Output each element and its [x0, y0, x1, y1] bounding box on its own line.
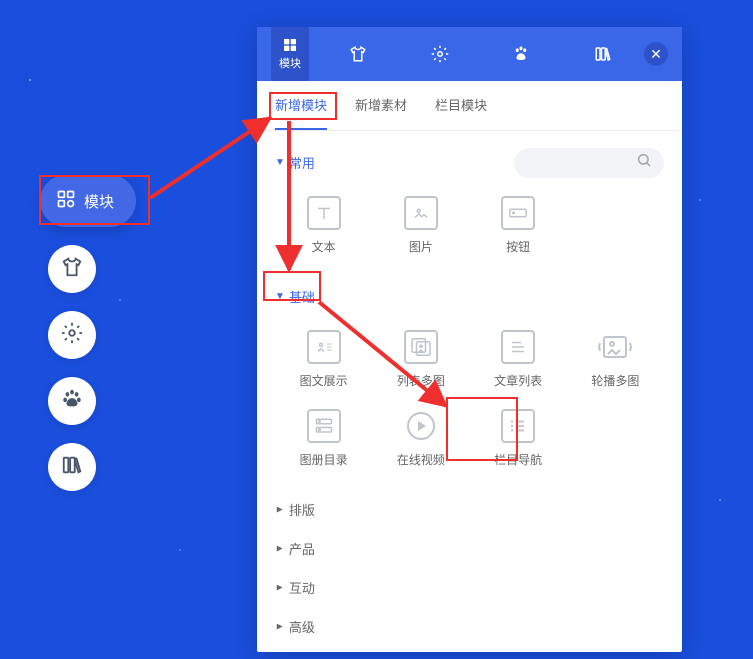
section-header-product[interactable]: ▼ 产品 [275, 529, 664, 568]
header-paw-icon[interactable] [512, 45, 530, 63]
shirt-icon [61, 256, 83, 283]
close-icon: ✕ [650, 46, 662, 63]
button-icon [501, 196, 535, 230]
chevron-right-icon: ▼ [274, 505, 285, 515]
section-header-basics[interactable]: ▼ 基础 [275, 277, 664, 316]
header-settings-icon[interactable] [431, 45, 449, 63]
mod-album-catalog[interactable]: 图册目录 [275, 403, 372, 474]
mod-list-multi[interactable]: 列表多图 [372, 324, 469, 395]
side-nav-library[interactable] [48, 443, 96, 491]
grid-icon [56, 189, 76, 213]
mod-label: 文本 [312, 238, 336, 255]
mod-label: 文章列表 [494, 372, 542, 389]
mod-image[interactable]: 图片 [372, 190, 469, 261]
chevron-right-icon: ▼ [274, 583, 285, 593]
books-icon [61, 454, 83, 481]
mod-text[interactable]: 文本 [275, 190, 372, 261]
mod-label: 轮播多图 [591, 372, 639, 389]
image-icon [404, 196, 438, 230]
mod-column-nav[interactable]: 栏目导航 [470, 403, 567, 474]
section-label: 互动 [289, 578, 315, 597]
gear-icon [61, 322, 83, 349]
panel-body: ▼ 常用 文本 图片 [257, 131, 682, 652]
section-label: 基础 [289, 287, 315, 306]
mod-label: 按钮 [506, 238, 530, 255]
module-panel: 模块 ✕ 新增模块 新增素材 栏目模块 ▼ [257, 27, 682, 652]
mod-label: 在线视频 [397, 451, 445, 468]
grid-common: 文本 图片 按钮 [275, 182, 664, 277]
section-label: 常用 [289, 153, 315, 172]
section-header-layout[interactable]: ▼ 排版 [275, 490, 664, 529]
close-button[interactable]: ✕ [644, 42, 668, 66]
mod-article-list[interactable]: 文章列表 [470, 324, 567, 395]
list-multi-icon [404, 330, 438, 364]
search-icon [636, 152, 652, 173]
tab-column-module[interactable]: 栏目模块 [435, 81, 487, 130]
side-nav-baidu[interactable] [48, 377, 96, 425]
section-label: 排版 [289, 500, 315, 519]
mod-image-text[interactable]: 图文展示 [275, 324, 372, 395]
video-icon [404, 409, 438, 443]
section-row-common: ▼ 常用 [275, 143, 664, 182]
text-icon [307, 196, 341, 230]
mod-label: 栏目导航 [494, 451, 542, 468]
tab-new-material[interactable]: 新增素材 [355, 81, 407, 130]
header-icon-row [309, 45, 644, 63]
chevron-right-icon: ▼ [274, 544, 285, 554]
chevron-right-icon: ▼ [274, 622, 285, 632]
section-header-common[interactable]: ▼ 常用 [275, 143, 315, 182]
album-icon [307, 409, 341, 443]
side-pill-label: 模块 [84, 191, 114, 212]
carousel-icon [598, 330, 632, 364]
tab-new-module[interactable]: 新增模块 [275, 81, 327, 130]
panel-header: 模块 ✕ [257, 27, 682, 81]
side-nav: 模块 [40, 175, 136, 491]
side-nav-style[interactable] [48, 245, 96, 293]
image-text-icon [307, 330, 341, 364]
nav-list-icon [501, 409, 535, 443]
chevron-down-icon: ▼ [275, 157, 285, 168]
section-label: 高级 [289, 617, 315, 636]
article-list-icon [501, 330, 535, 364]
section-header-interact[interactable]: ▼ 互动 [275, 568, 664, 607]
mod-label: 图片 [409, 238, 433, 255]
mod-button[interactable]: 按钮 [470, 190, 567, 261]
chevron-down-icon: ▼ [275, 291, 285, 302]
mod-label: 图册目录 [300, 451, 348, 468]
header-tab-label: 模块 [279, 55, 301, 71]
section-header-advanced[interactable]: ▼ 高级 [275, 607, 664, 646]
header-tab-module[interactable]: 模块 [271, 27, 309, 81]
side-nav-settings[interactable] [48, 311, 96, 359]
sub-tab-row: 新增模块 新增素材 栏目模块 [257, 81, 682, 131]
mod-label: 图文展示 [300, 372, 348, 389]
mod-online-video[interactable]: 在线视频 [372, 403, 469, 474]
header-style-icon[interactable] [349, 45, 367, 63]
mod-label: 列表多图 [397, 372, 445, 389]
header-books-icon[interactable] [594, 45, 612, 63]
grid-basics: 图文展示 列表多图 文章列表 轮播多图 [275, 316, 664, 490]
search-input[interactable] [514, 148, 664, 178]
mod-carousel[interactable]: 轮播多图 [567, 324, 664, 395]
section-label: 产品 [289, 539, 315, 558]
paw-icon [61, 388, 83, 415]
side-nav-module-pill[interactable]: 模块 [40, 175, 136, 227]
